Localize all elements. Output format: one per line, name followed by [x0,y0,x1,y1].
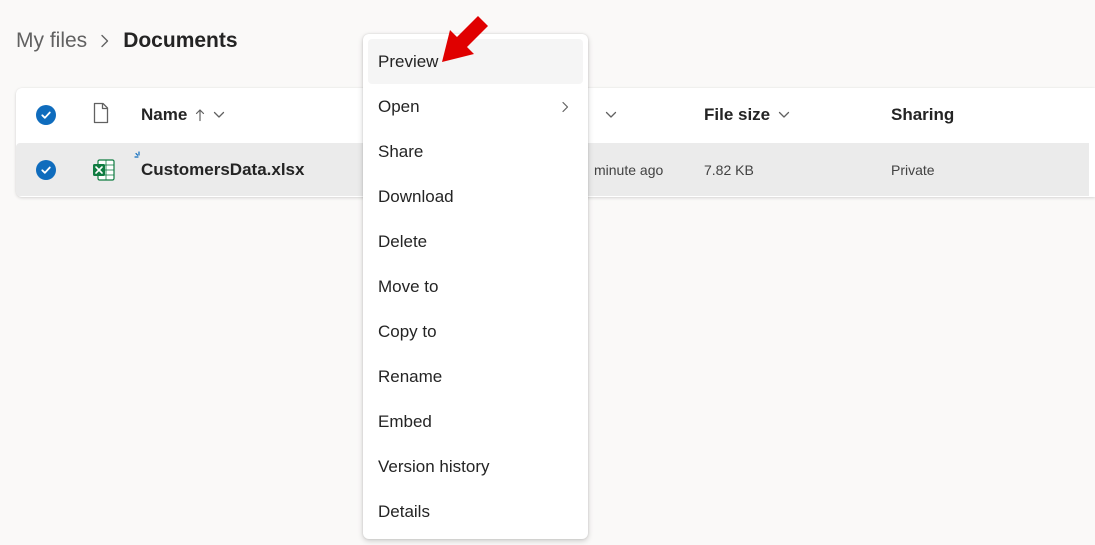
onedrive-files-page: My files Documents Name File size Sharin… [0,0,1095,545]
name-column-header[interactable]: Name [141,88,225,142]
context-menu: Preview Open Share Download Delete Move … [363,34,588,539]
menu-item-download[interactable]: Download [368,174,583,219]
menu-item-share[interactable]: Share [368,129,583,174]
menu-item-open[interactable]: Open [368,84,583,129]
menu-item-label: Rename [378,366,443,386]
checkmark-circle-icon [36,105,56,125]
chevron-down-icon[interactable] [778,111,790,119]
menu-item-embed[interactable]: Embed [368,399,583,444]
sharing-column-label: Sharing [891,105,955,124]
menu-item-label: Move to [378,276,439,296]
file-name: CustomersData.xlsx [141,159,305,179]
chevron-right-icon [100,34,109,48]
red-arrow-icon [442,16,488,62]
file-size-cell: 7.82 KB [704,143,754,196]
file-type-column-header[interactable] [92,88,110,142]
breadcrumb-documents[interactable]: Documents [123,29,237,53]
sharing-column-header[interactable]: Sharing [891,88,954,142]
file-size-text: 7.82 KB [704,161,754,178]
excel-icon [92,143,116,196]
menu-item-label: Version history [378,456,490,476]
select-all-checkbox[interactable] [36,88,56,142]
menu-item-label: Delete [378,231,428,251]
row-checkbox[interactable] [36,143,56,196]
chevron-right-icon [561,101,569,113]
document-icon [92,102,110,129]
modified-text: minute ago [594,161,664,178]
sharing-cell[interactable]: Private [891,143,935,196]
file-size-column-header[interactable]: File size [704,88,790,142]
menu-item-delete[interactable]: Delete [368,219,583,264]
menu-item-label: Preview [378,51,439,71]
menu-item-label: Copy to [378,321,437,341]
modified-cell: minute ago [594,143,663,196]
breadcrumb: My files Documents [16,26,238,56]
menu-item-label: Download [378,186,454,206]
menu-item-label: Open [378,96,420,116]
file-name-link[interactable]: CustomersData.xlsx [141,143,304,196]
menu-item-version-history[interactable]: Version history [368,444,583,489]
menu-item-label: Embed [378,411,432,431]
sharing-text: Private [891,161,935,178]
menu-item-copy-to[interactable]: Copy to [368,309,583,354]
menu-item-label: Details [378,501,430,521]
checkmark-circle-icon [36,159,56,180]
arrow-up-icon [195,108,205,122]
menu-item-label: Share [378,141,424,161]
name-column-label: Name [141,105,188,124]
chevron-down-icon[interactable] [213,111,225,119]
file-size-column-label: File size [704,105,771,124]
modified-column-header[interactable] [597,88,617,142]
chevron-down-icon[interactable] [605,111,617,119]
breadcrumb-my-files[interactable]: My files [16,29,87,53]
menu-item-move-to[interactable]: Move to [368,264,583,309]
menu-item-details[interactable]: Details [368,489,583,534]
menu-item-rename[interactable]: Rename [368,354,583,399]
